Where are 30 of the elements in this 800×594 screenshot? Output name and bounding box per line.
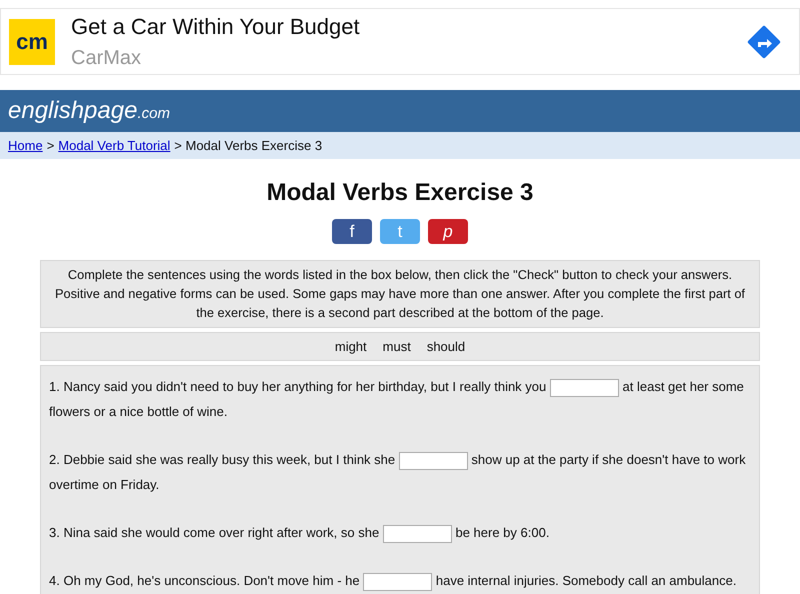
word-bank-item: should <box>426 338 466 356</box>
breadcrumb-link[interactable]: Modal Verb Tutorial <box>58 136 170 156</box>
answer-field[interactable] <box>363 572 432 591</box>
site-name[interactable]: englishpage <box>8 97 138 124</box>
answer-field[interactable] <box>550 378 619 397</box>
word-bank-item: must <box>382 338 411 356</box>
sentence-text: 4. Oh my God, he's unconscious. Don't move him - he <box>49 573 360 588</box>
share-button[interactable]: p <box>428 219 468 244</box>
breadcrumb-separator: > <box>46 136 54 155</box>
instructions-text: Complete the sentences using the words listed in the box below, then click the "Check" button to check your answers. Positive and negative forms can be used. Some gaps may have more than one answer. After you complete the first part of the exercise, there is a second part described at the bottom of the page. <box>40 260 760 328</box>
sentence-text: 3. Nina said she would come over right after work, so she <box>49 525 380 540</box>
breadcrumb-link[interactable]: Home <box>8 136 43 156</box>
sentence-text: 2. Debbie said she was really busy this week, but I think she <box>49 452 396 468</box>
page-title: Modal Verbs Exercise 3 <box>266 179 534 206</box>
share-button[interactable]: f <box>332 219 372 244</box>
sentence-text: have internal injuries. Somebody call an ambulance. <box>436 573 736 588</box>
answer-field[interactable] <box>398 452 468 470</box>
ad-logo: cm <box>9 18 55 64</box>
sentence-text: 1. Nancy said you didn't need to buy her anything for her birthday, but I really think you <box>49 379 546 394</box>
ad-headline[interactable]: Get a Car Within Your Budget <box>71 10 745 43</box>
sentence-text: show up at the party if she doesn't have to work <box>471 452 746 468</box>
sentence-text: be here by 6:00. <box>455 525 550 540</box>
ad-advertiser: CarMax <box>71 46 142 71</box>
answer-field[interactable] <box>382 524 452 543</box>
sentence-text: flowers or a nice bottle of wine. <box>49 404 228 420</box>
sentence-text: at least get her some <box>622 379 744 394</box>
word-bank-item: might <box>334 338 367 356</box>
breadcrumb-current: > Modal Verbs Exercise 3 <box>174 136 322 155</box>
sentence-text: overtime on Friday. <box>49 477 160 492</box>
site-suffix: .com <box>137 105 170 122</box>
